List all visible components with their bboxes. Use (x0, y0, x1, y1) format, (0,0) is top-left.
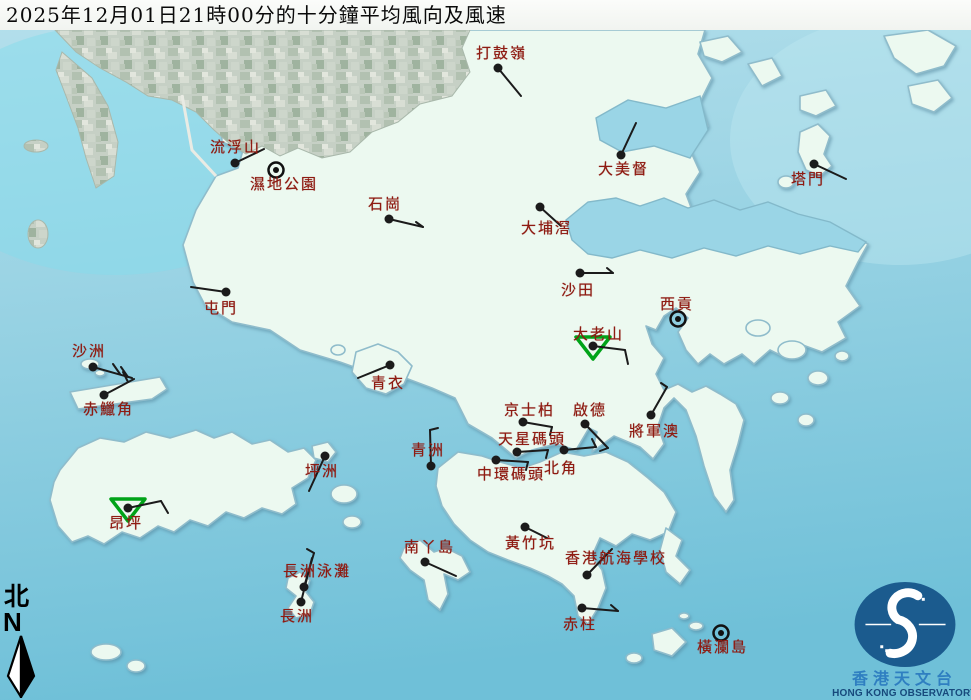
hei-ling-chau (331, 485, 357, 503)
west-islet-1 (24, 140, 48, 152)
station-label-waglan-island: 橫瀾島 (697, 639, 748, 655)
sha-chau-islet-2 (95, 370, 105, 376)
soko-island-1 (91, 644, 121, 660)
hong-kong-base-map (0, 0, 971, 700)
hko-logo: 香港天文台 HONG KONG OBSERVATORY (838, 580, 971, 700)
ma-wan (331, 345, 345, 355)
station-label-tai-mei-tuk: 大美督 (598, 161, 649, 177)
station-label-lamma-island: 南丫島 (404, 539, 455, 555)
sha-chau-islet-1 (81, 359, 99, 369)
hko-logo-icon (851, 580, 959, 669)
station-label-stanley: 赤柱 (563, 616, 597, 632)
station-label-tap-mun: 塔門 (791, 171, 825, 187)
station-label-tai-po-kau: 大埔滘 (521, 220, 572, 236)
station-label-north-point: 北角 (544, 460, 578, 476)
station-label-hk-sea-school: 香港航海學校 (565, 550, 667, 566)
station-label-kai-tak: 啟德 (573, 402, 607, 418)
west-islet-2 (28, 220, 48, 248)
station-label-shek-kong: 石崗 (368, 196, 402, 212)
station-label-star-ferry-pier: 天星碼頭 (498, 431, 566, 447)
po-toi-islet (626, 653, 642, 663)
station-label-wetland-park: 濕地公園 (250, 176, 318, 192)
port-shelter-island-1 (746, 320, 770, 336)
map-title: 2025年12月01日21時00分的十分鐘平均風向及風速 (0, 0, 971, 30)
station-label-ngong-ping: 昂坪 (109, 515, 143, 531)
station-label-tsing-yi: 青衣 (371, 375, 405, 391)
hko-logo-english: HONG KONG OBSERVATORY (832, 688, 971, 700)
station-label-lau-fau-shan: 流浮山 (210, 139, 261, 155)
station-label-tseung-kwan-o: 將軍澳 (629, 423, 680, 439)
waglan-islet-2 (679, 613, 689, 619)
station-label-central-pier: 中環碼頭 (477, 466, 545, 482)
station-label-kings-park: 京士柏 (504, 402, 555, 418)
north-arrow-icon (2, 634, 40, 698)
port-shelter-island-2 (778, 341, 806, 359)
port-shelter-island-5 (798, 414, 814, 426)
station-label-tuen-mun: 屯門 (204, 300, 238, 316)
station-label-cheung-chau-beach: 長洲泳灘 (283, 563, 351, 579)
port-shelter-island-3 (808, 371, 828, 385)
station-label-chek-lap-kok: 赤鱲角 (83, 401, 134, 417)
hko-logo-chinese: 香港天文台 (852, 670, 957, 688)
station-label-peng-chau: 坪洲 (305, 463, 339, 479)
port-shelter-island-4 (771, 392, 789, 404)
wind-map-page: 2025年12月01日21時00分的十分鐘平均風向及風速 流浮山濕地公園 打鼓嶺大… (0, 0, 971, 700)
station-label-sai-kung: 西貢 (660, 296, 694, 312)
station-label-sha-chau: 沙洲 (72, 343, 106, 359)
station-label-tates-cairn: 大老山 (573, 326, 624, 342)
soko-island-2 (127, 660, 145, 672)
station-label-wong-chuk-hang: 黃竹坑 (505, 535, 556, 551)
waglan-islet-1 (689, 622, 703, 630)
compass-north-letter: N (3, 610, 22, 634)
station-label-ta-kwu-ling: 打鼓嶺 (476, 45, 527, 61)
shek-kwu-chau (343, 516, 361, 528)
port-shelter-island-6 (835, 351, 849, 361)
north-compass: 北 N (2, 584, 42, 698)
station-label-green-island: 青洲 (411, 442, 445, 458)
station-label-sha-tin: 沙田 (561, 282, 595, 298)
station-label-cheung-chau: 長洲 (280, 608, 314, 624)
